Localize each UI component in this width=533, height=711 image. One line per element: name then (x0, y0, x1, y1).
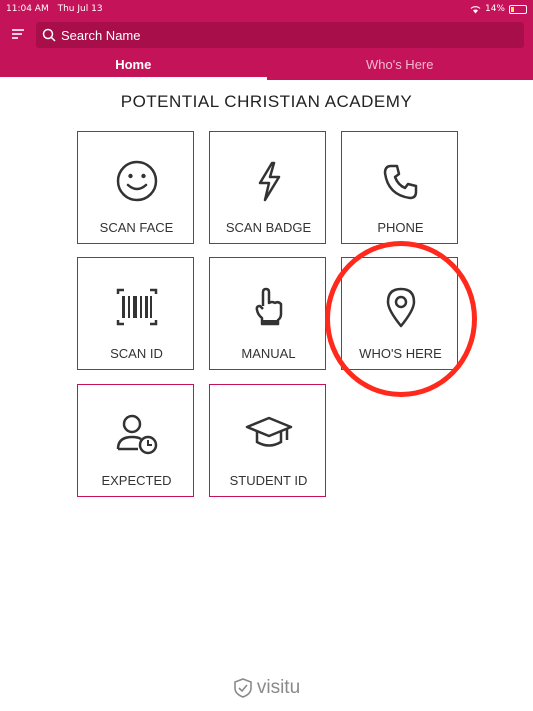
tab-home[interactable]: Home (0, 54, 267, 80)
tab-bar: Home Who's Here (0, 54, 533, 80)
tile-label: EXPECTED (101, 473, 172, 488)
manual-button[interactable]: MANUAL (209, 257, 326, 370)
status-time: 11:04 AM (6, 4, 49, 14)
brand-logo: visitu (0, 677, 533, 699)
tile-label: SCAN FACE (99, 220, 174, 235)
shield-check-icon (234, 678, 252, 698)
scan-face-button[interactable]: SCAN FACE (77, 131, 194, 244)
tile-label: STUDENT ID (229, 473, 308, 488)
tile-label: MANUAL (241, 346, 296, 361)
battery-icon (509, 4, 527, 14)
wifi-icon (470, 5, 481, 13)
tab-whos-here[interactable]: Who's Here (267, 54, 533, 80)
scan-badge-button[interactable]: SCAN BADGE (209, 131, 326, 244)
phone-button[interactable]: PHONE (341, 131, 458, 244)
search-icon (42, 28, 56, 42)
pointing-hand-icon (255, 287, 282, 326)
tile-label: SCAN BADGE (225, 220, 312, 235)
student-id-button[interactable]: STUDENT ID (209, 384, 326, 497)
scan-id-button[interactable]: SCAN ID (77, 257, 194, 370)
menu-icon[interactable] (10, 26, 26, 42)
map-pin-icon (386, 287, 415, 328)
status-bar: 11:04 AM Thu Jul 13 14% (0, 0, 533, 18)
expected-button[interactable]: EXPECTED (77, 384, 194, 497)
graduation-cap-icon (245, 416, 292, 447)
barcode-icon (116, 288, 157, 326)
search-bar[interactable] (36, 22, 524, 48)
search-input[interactable] (61, 27, 524, 43)
battery-percent: 14% (484, 4, 505, 14)
lightning-bolt-icon (258, 161, 280, 202)
app-header: Home Who's Here (0, 18, 533, 80)
tile-label: SCAN ID (110, 346, 163, 361)
smiley-face-icon (116, 160, 157, 202)
phone-icon (383, 164, 417, 200)
whos-here-button[interactable]: WHO'S HERE (341, 257, 458, 370)
tile-label: PHONE (377, 220, 424, 235)
person-clock-icon (116, 414, 157, 455)
status-date: Thu Jul 13 (57, 4, 103, 14)
tile-label: WHO'S HERE (359, 346, 442, 361)
brand-name: visitu (256, 677, 301, 698)
page-title: POTENTIAL CHRISTIAN ACADEMY (120, 92, 413, 111)
